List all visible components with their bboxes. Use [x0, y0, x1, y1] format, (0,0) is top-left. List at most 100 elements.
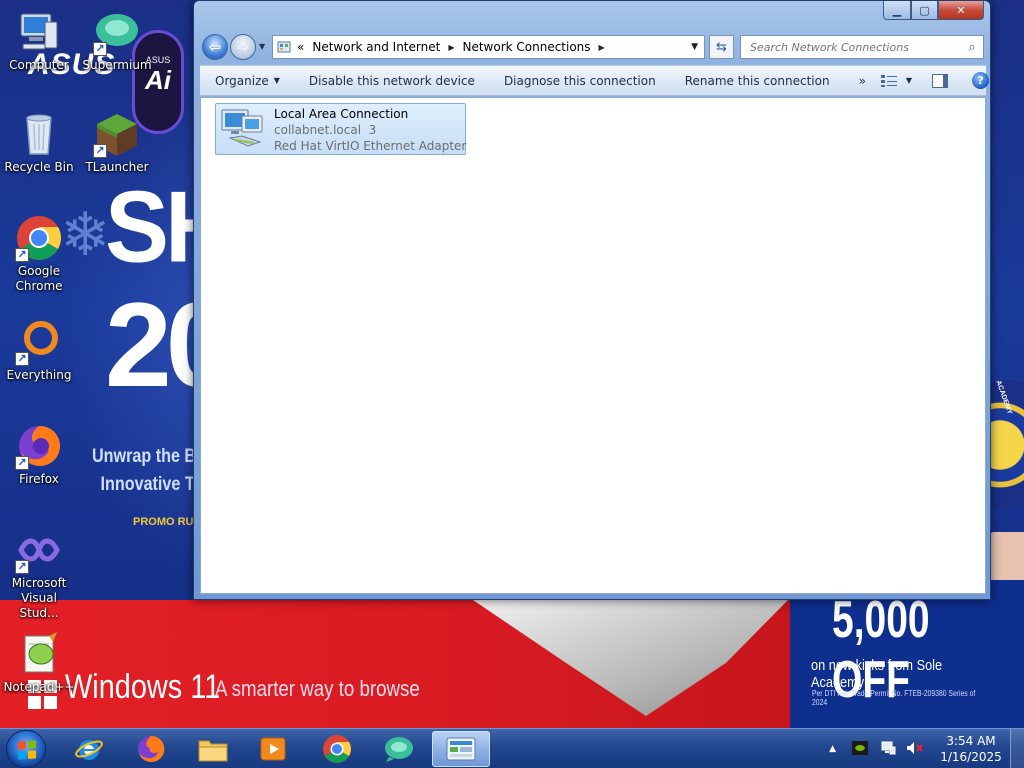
recycle-bin-icon [15, 110, 63, 158]
address-history-dropdown[interactable]: ▼ [685, 42, 704, 52]
connection-details: Local Area Connection collabnet.local 3 … [274, 106, 466, 154]
breadcrumb-network-and-internet[interactable]: Network and Internet [308, 40, 444, 54]
help-icon: ? [977, 74, 984, 87]
organize-menu-button[interactable]: Organize ▼ [200, 74, 294, 88]
network-adapter-icon [220, 106, 270, 154]
nvidia-icon [852, 740, 868, 755]
chevron-down-icon: ▼ [273, 76, 280, 85]
back-button[interactable]: ⇦ [202, 34, 228, 60]
taskbar-network-connections[interactable] [432, 731, 490, 767]
desktop-icon-label: Notepad++ [3, 680, 75, 694]
firefox-icon [138, 735, 165, 762]
shortcut-arrow-icon: ↗ [93, 42, 107, 56]
desktop-icon-label: Google Chrome [15, 264, 63, 293]
connections-list: Local Area Connection collabnet.local 3 … [200, 97, 986, 594]
taskbar-firefox[interactable] [122, 731, 180, 767]
taskbar-internet-explorer[interactable] [60, 731, 118, 767]
address-bar[interactable]: « Network and Internet ▶ Network Connect… [272, 35, 705, 59]
forward-button[interactable]: ⇨ [230, 34, 256, 60]
taskbar-media-player[interactable] [244, 731, 302, 767]
desktop-icon-tlauncher[interactable]: ↗ TLauncher [80, 110, 154, 175]
media-player-icon [260, 737, 286, 761]
diagnose-label: Diagnose this connection [503, 73, 656, 88]
desktop-icon-notepad-plus-plus[interactable]: Notepad++ [2, 630, 76, 695]
shortcut-arrow-icon: ↗ [15, 352, 29, 366]
recent-pages-dropdown[interactable]: ▼ [259, 42, 265, 51]
notification-area: ▲ 3:54 AM 1/16/2025 [829, 729, 1024, 768]
desktop-icon-supermium[interactable]: ↗ Supermium [80, 8, 154, 73]
desktop-icon-firefox[interactable]: ↗ Firefox [2, 422, 76, 487]
wallpaper-offer-line: on new kicks from Sole Academy! [811, 657, 943, 691]
shortcut-arrow-icon: ↗ [15, 456, 29, 470]
search-input[interactable] [741, 37, 961, 57]
preview-pane-button[interactable] [932, 73, 949, 88]
more-commands-icon: » [858, 73, 866, 88]
control-panel-icon [277, 40, 291, 54]
breadcrumb-network-connections[interactable]: Network Connections [458, 40, 594, 54]
diagnose-connection-button[interactable]: Diagnose this connection [489, 74, 670, 88]
visual-studio-icon: ↗ [15, 526, 63, 574]
window-caption-buttons: ▁ ▢ ✕ [883, 1, 984, 20]
rename-label: Rename this connection [684, 73, 830, 88]
network-icon [881, 741, 896, 754]
desktop-icon-everything[interactable]: ↗ Everything [2, 318, 76, 383]
rename-connection-button[interactable]: Rename this connection [670, 74, 844, 88]
close-button[interactable]: ✕ [938, 1, 984, 20]
network-tray-button[interactable] [880, 741, 896, 758]
change-view-button[interactable] [880, 74, 898, 88]
desktop-icon-visual-studio[interactable]: ↗ Microsoft Visual Stud... [2, 526, 76, 621]
taskbar-clock[interactable]: 3:54 AM 1/16/2025 [932, 733, 1010, 765]
start-button[interactable] [6, 730, 46, 768]
command-bar: Organize ▼ Disable this network device D… [200, 65, 990, 96]
breadcrumb-separator-icon[interactable]: ▶ [595, 43, 609, 52]
show-desktop-button[interactable] [1010, 729, 1024, 768]
clock-date: 1/16/2025 [940, 750, 1002, 764]
nvidia-tray-button[interactable] [852, 740, 868, 758]
search-box: ⌕ [740, 35, 984, 59]
network-connections-window: ▁ ▢ ✕ ⇦ ⇨ ▼ « Network and Internet ▶ Net… [193, 0, 991, 600]
tlauncher-icon: ↗ [93, 110, 141, 158]
supermium-icon [385, 737, 413, 762]
supermium-icon: ↗ [93, 8, 141, 56]
more-commands-button[interactable]: » [844, 74, 880, 88]
connection-network: collabnet.local 3 [274, 123, 377, 137]
view-list-icon [880, 74, 897, 87]
help-button[interactable]: ? [972, 72, 990, 89]
show-hidden-icons-button[interactable]: ▲ [829, 744, 836, 754]
maximize-button[interactable]: ▢ [911, 1, 938, 20]
minimize-button[interactable]: ▁ [883, 1, 911, 20]
shortcut-arrow-icon: ↗ [15, 560, 29, 574]
taskbar-chrome[interactable] [308, 731, 366, 767]
volume-tray-button[interactable] [906, 741, 924, 758]
desktop-icon-label: Firefox [19, 472, 59, 486]
chrome-icon: ↗ [15, 214, 63, 262]
command-bar-right: ▼ ? [880, 72, 1001, 89]
minimize-icon: ▁ [892, 3, 902, 17]
taskbar-supermium[interactable] [370, 731, 428, 767]
breadcrumb-overflow[interactable]: « [293, 40, 308, 54]
close-icon: ✕ [956, 3, 966, 17]
view-options-dropdown[interactable]: ▼ [906, 76, 912, 85]
refresh-icon: ⇆ [716, 39, 727, 55]
taskbar-file-explorer[interactable] [184, 731, 242, 767]
connection-name: Local Area Connection [274, 107, 409, 121]
connection-item-local-area-connection[interactable]: Local Area Connection collabnet.local 3 … [215, 103, 466, 155]
navigation-bar: ⇦ ⇨ ▼ « Network and Internet ▶ Network C… [202, 34, 984, 60]
shortcut-arrow-icon: ↗ [15, 248, 29, 262]
back-arrow-icon: ⇦ [208, 38, 222, 56]
maximize-icon: ▢ [919, 3, 930, 17]
search-icon[interactable]: ⌕ [961, 40, 983, 55]
desktop-icon-recycle-bin[interactable]: Recycle Bin [2, 110, 76, 175]
desktop-icon-label: TLauncher [85, 160, 149, 174]
computer-icon [15, 8, 63, 56]
refresh-button[interactable]: ⇆ [709, 35, 734, 59]
disable-label: Disable this network device [308, 73, 475, 88]
internet-explorer-icon [75, 740, 103, 760]
disable-network-device-button[interactable]: Disable this network device [294, 74, 489, 88]
forward-arrow-icon: ⇨ [236, 38, 250, 56]
network-connections-icon [446, 737, 476, 761]
breadcrumb-separator-icon[interactable]: ▶ [444, 43, 458, 52]
desktop-icon-google-chrome[interactable]: ↗ Google Chrome [2, 214, 76, 294]
firefox-icon: ↗ [15, 422, 63, 470]
desktop-icon-computer[interactable]: Computer [2, 8, 76, 73]
